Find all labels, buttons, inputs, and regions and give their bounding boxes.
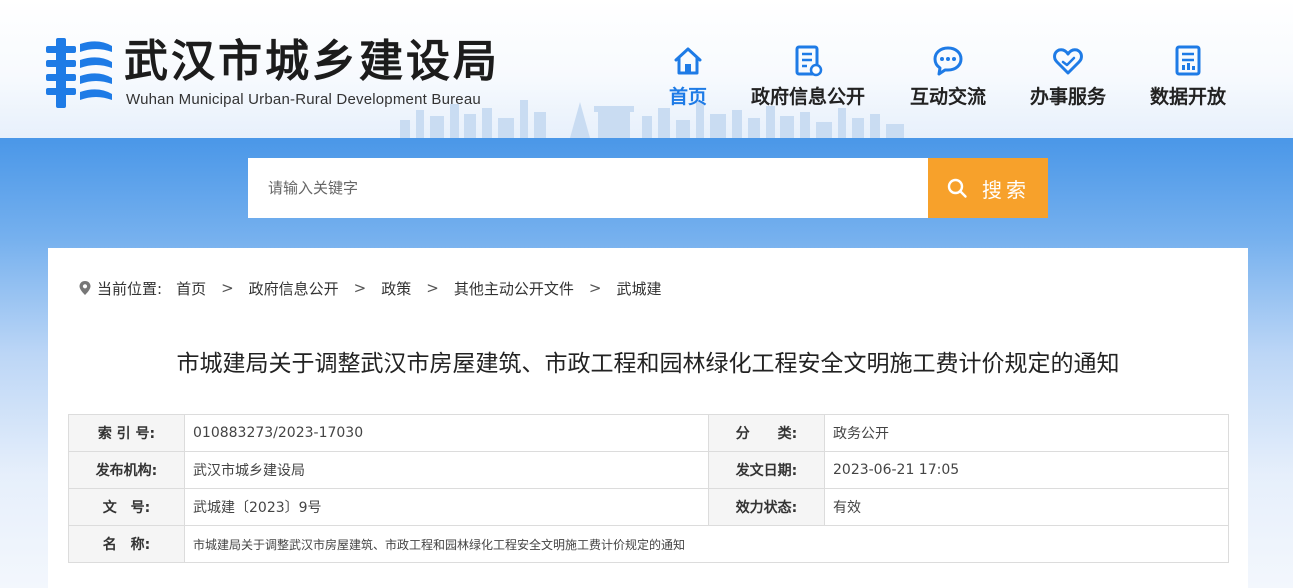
publisher-value: 武汉市城乡建设局 bbox=[184, 451, 709, 489]
docno-label: 文 号: bbox=[68, 488, 185, 526]
nav-interaction[interactable]: 互动交流 bbox=[883, 44, 1013, 112]
content-panel: 当前位置: 首页 > 政府信息公开 > 政策 > 其他主动公开文件 > 武城建 … bbox=[48, 248, 1248, 588]
site-title-en: Wuhan Municipal Urban-Rural Development … bbox=[126, 91, 481, 108]
chat-icon bbox=[933, 46, 963, 76]
nav-open-data-label: 数据开放 bbox=[1149, 86, 1226, 108]
search-input[interactable] bbox=[248, 158, 928, 218]
breadcrumb-policy[interactable]: 政策 bbox=[381, 278, 411, 299]
nav-interaction-label: 互动交流 bbox=[909, 86, 986, 108]
document-title: 市城建局关于调整武汉市房屋建筑、市政工程和园林绿化工程安全文明施工费计价规定的通… bbox=[176, 351, 1120, 377]
name-value: 市城建局关于调整武汉市房屋建筑、市政工程和园林绿化工程安全文明施工费计价规定的通… bbox=[184, 525, 1229, 563]
breadcrumb: 当前位置: 首页 > 政府信息公开 > 政策 > 其他主动公开文件 > 武城建 bbox=[78, 278, 661, 298]
docno-value: 武城建〔2023〕9号 bbox=[184, 488, 709, 526]
table-row: 文 号: 武城建〔2023〕9号 效力状态: 有效 bbox=[68, 488, 1229, 526]
data-document-icon bbox=[1175, 45, 1201, 76]
breadcrumb-separator: > bbox=[426, 279, 439, 297]
bureau-logo-icon bbox=[46, 38, 112, 108]
publisher-label: 发布机构: bbox=[68, 451, 185, 489]
index-label: 索 引 号: bbox=[68, 414, 185, 452]
site-header: 武汉市城乡建设局 Wuhan Municipal Urban-Rural Dev… bbox=[0, 0, 1293, 138]
home-icon bbox=[674, 47, 702, 75]
date-value: 2023-06-21 17:05 bbox=[824, 451, 1229, 489]
nav-gov-info-label: 政府信息公开 bbox=[750, 86, 865, 108]
table-row: 名 称: 市城建局关于调整武汉市房屋建筑、市政工程和园林绿化工程安全文明施工费计… bbox=[68, 525, 1229, 563]
category-value: 政务公开 bbox=[824, 414, 1229, 452]
breadcrumb-separator: > bbox=[588, 279, 602, 297]
breadcrumb-separator: > bbox=[221, 279, 234, 297]
table-row: 发布机构: 武汉市城乡建设局 发文日期: 2023-06-21 17:05 bbox=[68, 451, 1229, 489]
search-button-label: 搜索 bbox=[982, 177, 1030, 202]
nav-home[interactable]: 首页 bbox=[623, 44, 753, 112]
status-value: 有效 bbox=[824, 488, 1229, 526]
name-label: 名 称: bbox=[68, 525, 185, 563]
date-label: 发文日期: bbox=[708, 451, 825, 489]
status-label: 效力状态: bbox=[708, 488, 825, 526]
heart-hand-icon bbox=[1053, 48, 1083, 75]
category-label: 分 类: bbox=[708, 414, 825, 452]
search-button[interactable]: 搜索 bbox=[928, 158, 1048, 218]
search-icon bbox=[947, 178, 967, 198]
document-icon bbox=[795, 45, 823, 77]
document-meta-table: 索 引 号: 010883273/2023-17030 分 类: 政务公开 发布… bbox=[68, 414, 1229, 563]
breadcrumb-other-files[interactable]: 其他主动公开文件 bbox=[454, 278, 574, 299]
nav-services[interactable]: 办事服务 bbox=[1003, 44, 1133, 112]
nav-services-label: 办事服务 bbox=[1029, 86, 1106, 108]
breadcrumb-separator: > bbox=[353, 279, 367, 297]
breadcrumb-home[interactable]: 首页 bbox=[176, 278, 206, 299]
table-row: 索 引 号: 010883273/2023-17030 分 类: 政务公开 bbox=[68, 414, 1229, 452]
location-pin-icon bbox=[79, 281, 91, 295]
nav-gov-info[interactable]: 政府信息公开 bbox=[743, 44, 873, 112]
breadcrumb-gov-info[interactable]: 政府信息公开 bbox=[249, 278, 339, 299]
index-value: 010883273/2023-17030 bbox=[184, 414, 709, 452]
nav-open-data[interactable]: 数据开放 bbox=[1123, 44, 1253, 112]
site-title-cn: 武汉市城乡建设局 bbox=[124, 36, 500, 87]
breadcrumb-prefix: 当前位置: bbox=[97, 279, 163, 298]
nav-home-label: 首页 bbox=[668, 86, 707, 108]
breadcrumb-wuchengjian[interactable]: 武城建 bbox=[616, 278, 661, 299]
